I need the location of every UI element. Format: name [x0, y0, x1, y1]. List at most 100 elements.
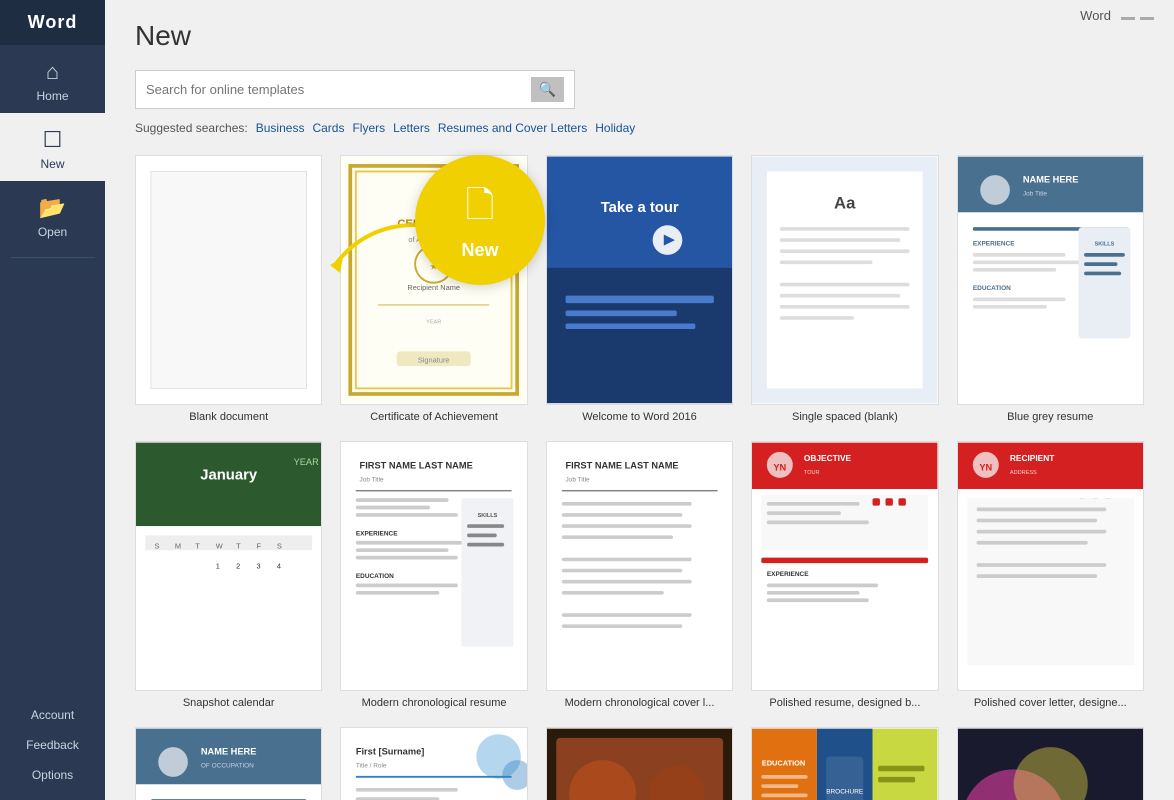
template-thumb-modern-chron-cover: FIRST NAME LAST NAME Job Title	[546, 441, 733, 691]
window-controls	[1121, 11, 1154, 20]
template-blue-grey-cover[interactable]: NAME HERE OF OCCUPATION Blue grey cover …	[135, 727, 322, 800]
svg-text:SKILLS: SKILLS	[1094, 242, 1114, 248]
template-thumb-single-spaced: Aa	[751, 155, 938, 405]
svg-text:January: January	[200, 468, 258, 484]
svg-text:NAME HERE: NAME HERE	[201, 746, 257, 756]
template-word-tour[interactable]: Take a tour Welcome to Word 2016	[546, 155, 733, 423]
svg-text:EXPERIENCE: EXPERIENCE	[767, 571, 809, 578]
svg-text:Job Title: Job Title	[360, 476, 384, 483]
template-label-single-spaced: Single spaced (blank)	[792, 411, 898, 423]
template-vivid-event[interactable]: EVENT SERIES NAME Organization Name/Logo…	[957, 727, 1144, 800]
sidebar-item-new[interactable]: ☐ New	[0, 113, 105, 181]
template-restaurant-brochure[interactable]: HEADLINE TITLE Restaurant Name Restauran…	[546, 727, 733, 800]
svg-text:F: F	[257, 541, 262, 550]
template-single-spaced[interactable]: Aa Single spaced (blank)	[751, 155, 938, 423]
template-modern-chron-cover[interactable]: FIRST NAME LAST NAME Job Title Modern ch…	[546, 441, 733, 709]
annotation-icon: 🗋	[466, 179, 495, 240]
svg-text:Take a tour: Take a tour	[600, 200, 678, 216]
sidebar-home-label: Home	[36, 89, 68, 103]
svg-text:Recipient Name: Recipient Name	[408, 283, 461, 292]
template-polished-cover[interactable]: YN RECIPIENT ADDRESS Polished cover lett…	[957, 441, 1144, 709]
template-blue-spheres-resume[interactable]: First [Surname] Title / Role EXPERIENCE …	[340, 727, 527, 800]
sidebar-new-label: New	[40, 157, 64, 171]
search-input[interactable]	[146, 82, 531, 97]
svg-text:First [Surname]: First [Surname]	[356, 746, 424, 756]
template-blue-grey-resume[interactable]: NAME HERE Job Title EXPERIENCE EDUCATION…	[957, 155, 1144, 423]
sidebar-item-feedback[interactable]: Feedback	[0, 730, 105, 760]
annotation-circle: 🗋 New	[415, 155, 545, 285]
template-label-snapshot-cal: Snapshot calendar	[183, 697, 275, 709]
suggested-searches: Suggested searches: Business Cards Flyer…	[135, 121, 1144, 135]
main-content: Word 🗋 New New 🔍 Suggested searches: Bus…	[105, 0, 1174, 800]
template-label-modern-chron-resume: Modern chronological resume	[362, 697, 507, 709]
template-label-polished-resume: Polished resume, designed b...	[769, 697, 920, 709]
suggested-letters[interactable]: Letters	[393, 121, 430, 135]
maximize-btn[interactable]	[1140, 17, 1154, 20]
template-snapshot-cal[interactable]: January YEAR S M T W T F S 1 2 3 4 S	[135, 441, 322, 709]
app-brand: Word	[0, 0, 105, 45]
minimize-btn[interactable]	[1121, 17, 1135, 20]
suggested-holiday[interactable]: Holiday	[595, 121, 635, 135]
template-thumb-restaurant-brochure: HEADLINE TITLE Restaurant Name	[546, 727, 733, 800]
svg-text:EDUCATION: EDUCATION	[762, 758, 805, 767]
svg-text:2: 2	[236, 562, 240, 571]
svg-text:YEAR: YEAR	[294, 457, 320, 467]
template-blank[interactable]: Blank document	[135, 155, 322, 423]
svg-text:EDUCATION: EDUCATION	[356, 573, 394, 580]
svg-text:OF OCCUPATION: OF OCCUPATION	[201, 762, 254, 769]
svg-text:TOUR: TOUR	[804, 470, 820, 476]
template-education-brochure[interactable]: EDUCATION BROCHURE Organization Name/Log…	[751, 727, 938, 800]
svg-text:EXPERIENCE: EXPERIENCE	[972, 241, 1014, 248]
svg-text:S: S	[277, 541, 282, 550]
sidebar-item-home[interactable]: ⌂ Home	[0, 45, 105, 113]
sidebar-bottom: Account Feedback Options	[0, 700, 105, 800]
sidebar-item-account[interactable]: Account	[0, 700, 105, 730]
template-thumb-polished-resume: YN OBJECTIVE TOUR EXPERIENCE	[751, 441, 938, 691]
svg-text:Aa: Aa	[834, 194, 856, 213]
suggested-cards[interactable]: Cards	[312, 121, 344, 135]
suggested-flyers[interactable]: Flyers	[352, 121, 385, 135]
template-modern-chron-resume[interactable]: FIRST NAME LAST NAME Job Title EXPERIENC…	[340, 441, 527, 709]
template-thumb-snapshot-cal: January YEAR S M T W T F S 1 2 3 4	[135, 441, 322, 691]
svg-text:YN: YN	[774, 462, 787, 472]
svg-text:YEAR: YEAR	[427, 320, 442, 326]
sidebar-open-label: Open	[38, 225, 67, 239]
annotation-arrow	[305, 215, 425, 280]
sidebar-item-open[interactable]: 📂 Open	[0, 181, 105, 249]
svg-text:ADDRESS: ADDRESS	[1010, 470, 1037, 476]
page-title: New	[135, 20, 1144, 52]
svg-text:FIRST NAME LAST NAME: FIRST NAME LAST NAME	[565, 460, 678, 470]
template-thumb-word-tour: Take a tour	[546, 155, 733, 405]
svg-text:S: S	[155, 541, 160, 550]
template-thumb-blank	[135, 155, 322, 405]
sidebar-item-options[interactable]: Options	[0, 760, 105, 790]
word-label: Word	[1080, 8, 1111, 23]
sidebar-divider	[11, 257, 95, 258]
template-thumb-blue-grey-resume: NAME HERE Job Title EXPERIENCE EDUCATION…	[957, 155, 1144, 405]
sidebar: Word ⌂ Home ☐ New 📂 Open Account Feedbac…	[0, 0, 105, 800]
template-thumb-modern-chron-resume: FIRST NAME LAST NAME Job Title EXPERIENC…	[340, 441, 527, 691]
svg-text:BROCHURE: BROCHURE	[826, 788, 864, 795]
template-thumb-polished-cover: YN RECIPIENT ADDRESS	[957, 441, 1144, 691]
svg-text:NAME HERE: NAME HERE	[1022, 175, 1078, 185]
svg-text:SKILLS: SKILLS	[478, 513, 498, 519]
topbar: Word	[1060, 0, 1174, 31]
svg-text:3: 3	[257, 562, 261, 571]
suggested-label: Suggested searches:	[135, 121, 248, 135]
template-polished-resume[interactable]: YN OBJECTIVE TOUR EXPERIENCE	[751, 441, 938, 709]
search-bar: 🔍	[135, 70, 575, 109]
templates-grid: Blank document CERTIFICATE of Achievemen…	[135, 155, 1144, 800]
svg-text:1: 1	[216, 562, 220, 571]
svg-text:EDUCATION: EDUCATION	[972, 285, 1010, 292]
template-thumb-education-brochure: EDUCATION BROCHURE Organization Name/Log…	[751, 727, 938, 800]
svg-text:EXPERIENCE: EXPERIENCE	[356, 530, 398, 537]
svg-text:OBJECTIVE: OBJECTIVE	[804, 453, 852, 463]
svg-text:FIRST NAME LAST NAME: FIRST NAME LAST NAME	[360, 460, 473, 470]
suggested-business[interactable]: Business	[256, 121, 305, 135]
svg-text:T: T	[195, 541, 200, 550]
suggested-resumes[interactable]: Resumes and Cover Letters	[438, 121, 587, 135]
svg-text:RECIPIENT: RECIPIENT	[1010, 453, 1054, 463]
search-button[interactable]: 🔍	[531, 77, 564, 102]
svg-text:W: W	[216, 541, 223, 550]
template-label-blank: Blank document	[189, 411, 268, 423]
